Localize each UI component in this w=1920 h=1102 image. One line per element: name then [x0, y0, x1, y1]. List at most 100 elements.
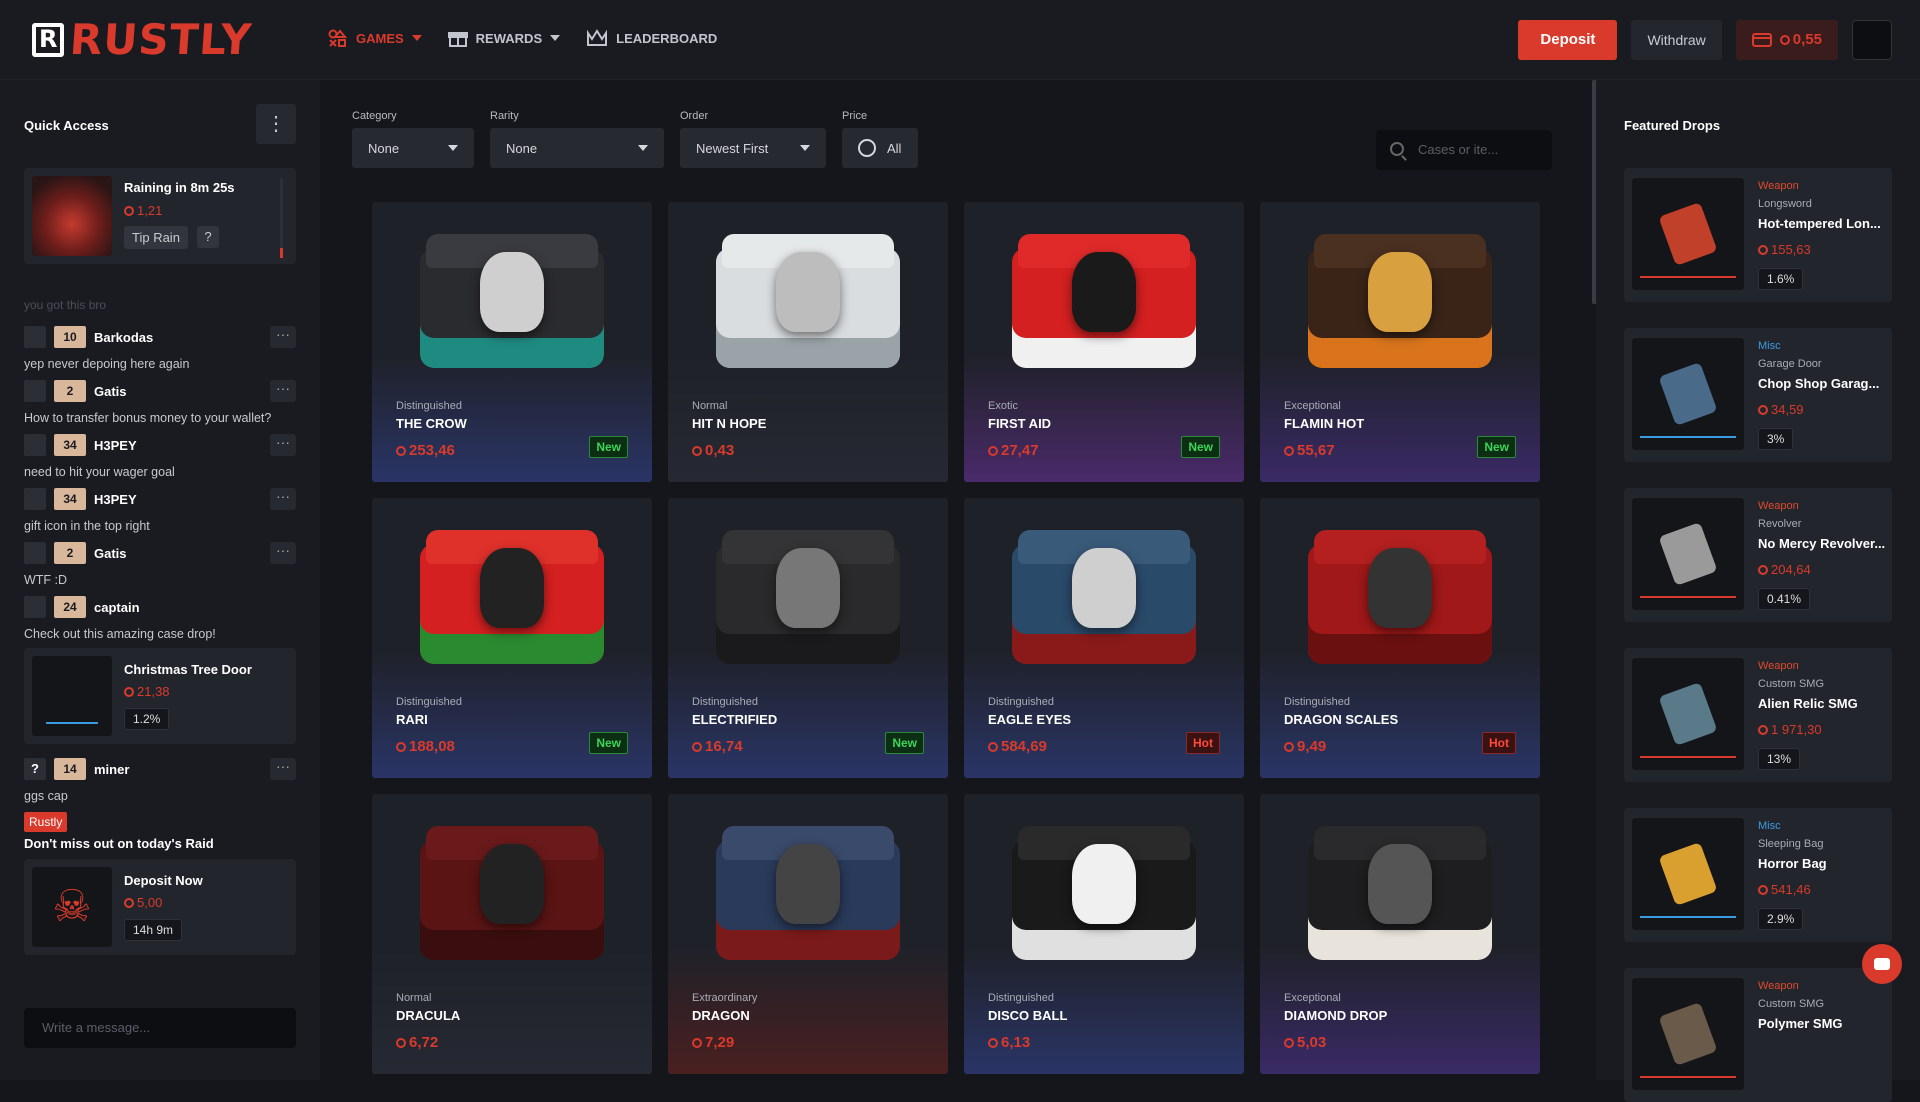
case-card[interactable]: Distinguished THE CROW 253,46 New — [372, 202, 652, 482]
withdraw-button[interactable]: Withdraw — [1631, 20, 1722, 60]
case-name: ELECTRIFIED — [692, 712, 778, 727]
case-card[interactable]: Normal HIT N HOPE 0,43 — [668, 202, 948, 482]
username[interactable]: captain — [94, 600, 296, 615]
case-card[interactable]: Exceptional FLAMIN HOT 55,67 New — [1260, 202, 1540, 482]
chevron-down-icon — [800, 145, 810, 151]
case-rarity: Exceptional — [1284, 400, 1341, 412]
shared-drop-card[interactable]: Christmas Tree Door 21,38 1.2% — [24, 648, 296, 744]
case-rarity: Exceptional — [1284, 992, 1341, 1004]
drop-name: Chop Shop Garag... — [1758, 376, 1880, 391]
more-horizontal-icon[interactable]: ··· — [270, 380, 296, 402]
username[interactable]: H3PEY — [94, 438, 262, 453]
price-select[interactable]: All — [842, 128, 918, 168]
user-avatar[interactable] — [1852, 20, 1892, 60]
drop-image — [1632, 498, 1744, 610]
chat-message-header: ? 14 miner ··· — [24, 756, 296, 782]
case-card[interactable]: Exceptional DIAMOND DROP 5,03 — [1260, 794, 1540, 1074]
cases-grid: Distinguished THE CROW 253,46 New Normal… — [372, 202, 1540, 1074]
rustly-logo[interactable]: RUSTLY — [32, 15, 254, 64]
chevron-down-icon — [448, 145, 458, 151]
drop-category: Weapon — [1758, 980, 1799, 992]
case-name: EAGLE EYES — [988, 712, 1072, 727]
case-card[interactable]: Distinguished ELECTRIFIED 16,74 New — [668, 498, 948, 778]
raid-card[interactable]: ☠ Deposit Now 5,00 14h 9m — [24, 859, 296, 955]
chat-message-faded: you got this bro — [24, 298, 107, 312]
username[interactable]: H3PEY — [94, 492, 262, 507]
quick-access-title: Quick Access — [24, 118, 109, 133]
case-card[interactable]: Distinguished DISCO BALL 6,13 — [964, 794, 1244, 1074]
nav-games[interactable]: GAMES — [328, 28, 422, 48]
nav-leaderboard[interactable]: LEADERBOARD — [586, 28, 717, 48]
featured-drop[interactable]: Weapon Custom SMG Polymer SMG — [1624, 968, 1892, 1102]
drop-type: Sleeping Bag — [1758, 838, 1824, 850]
user-avatar[interactable] — [24, 542, 46, 564]
case-card[interactable]: Extraordinary DRAGON 7,29 — [668, 794, 948, 1074]
user-avatar[interactable] — [24, 488, 46, 510]
featured-drop[interactable]: Weapon Revolver No Mercy Revolver... 204… — [1624, 488, 1892, 622]
rain-card: Raining in 8m 25s 1,21 Tip Rain ? — [24, 168, 296, 264]
more-horizontal-icon[interactable]: ··· — [270, 326, 296, 348]
user-avatar[interactable] — [24, 434, 46, 456]
featured-drop[interactable]: Weapon Longsword Hot-tempered Lon... 155… — [1624, 168, 1892, 302]
case-price: 584,69 — [988, 738, 1047, 755]
coin-icon — [124, 687, 134, 697]
case-card[interactable]: Normal DRACULA 6,72 — [372, 794, 652, 1074]
featured-drop[interactable]: Misc Sleeping Bag Horror Bag 541,46 2.9% — [1624, 808, 1892, 942]
chat-toggle-button[interactable] — [1862, 944, 1902, 984]
search-input[interactable]: Cases or ite... — [1376, 130, 1552, 170]
case-price: 27,47 — [988, 442, 1039, 459]
featured-drop[interactable]: Misc Garage Door Chop Shop Garag... 34,5… — [1624, 328, 1892, 462]
chat-message-text: need to hit your wager goal — [24, 465, 175, 479]
raid-card-amount: 5,00 — [124, 895, 162, 910]
filter-label: Order — [680, 110, 709, 122]
raid-card-title: Deposit Now — [124, 873, 203, 888]
case-name: FLAMIN HOT — [1284, 416, 1365, 431]
level-badge: 34 — [54, 488, 86, 510]
chat-message-header: 10 Barkodas ··· — [24, 324, 296, 350]
coin-icon — [1758, 725, 1768, 735]
username[interactable]: Gatis — [94, 546, 262, 561]
drop-name: Polymer SMG — [1758, 1016, 1843, 1031]
username[interactable]: Barkodas — [94, 330, 262, 345]
balance-display[interactable]: 0,55 — [1735, 20, 1838, 60]
case-name: DRAGON SCALES — [1284, 712, 1399, 727]
rarity-select[interactable]: None — [490, 128, 664, 168]
drop-type: Custom SMG — [1758, 678, 1825, 690]
more-vertical-icon[interactable]: ⋮ — [256, 104, 296, 144]
drop-title: Christmas Tree Door — [124, 662, 252, 677]
level-badge: 2 — [54, 380, 86, 402]
more-horizontal-icon[interactable]: ··· — [270, 542, 296, 564]
order-select[interactable]: Newest First — [680, 128, 826, 168]
featured-drop[interactable]: Weapon Custom SMG Alien Relic SMG 1 971,… — [1624, 648, 1892, 782]
case-image — [1308, 822, 1492, 972]
username[interactable]: Gatis — [94, 384, 262, 399]
category-select[interactable]: None — [352, 128, 474, 168]
more-horizontal-icon[interactable]: ··· — [270, 434, 296, 456]
username[interactable]: miner — [94, 762, 262, 777]
user-avatar[interactable] — [24, 596, 46, 618]
category-filter: Category None — [352, 110, 474, 168]
featured-drops-title: Featured Drops — [1624, 118, 1721, 133]
coin-icon — [124, 898, 134, 908]
more-horizontal-icon[interactable]: ··· — [270, 758, 296, 780]
case-card[interactable]: Distinguished RARI 188,08 New — [372, 498, 652, 778]
case-badge: Hot — [1186, 732, 1220, 754]
case-card[interactable]: Distinguished EAGLE EYES 584,69 Hot — [964, 498, 1244, 778]
case-price: 5,03 — [1284, 1034, 1326, 1051]
drop-category: Misc — [1758, 340, 1781, 352]
drop-image — [1632, 178, 1744, 290]
case-rarity: Normal — [692, 400, 728, 412]
user-avatar[interactable] — [24, 326, 46, 348]
drop-price: 155,63 — [1758, 242, 1811, 257]
tip-rain-button[interactable]: Tip Rain — [124, 226, 188, 249]
user-avatar[interactable] — [24, 380, 46, 402]
deposit-button[interactable]: Deposit — [1518, 20, 1618, 60]
drop-image — [1632, 978, 1744, 1090]
case-card[interactable]: Distinguished DRAGON SCALES 9,49 Hot — [1260, 498, 1540, 778]
chat-input[interactable]: Write a message... — [24, 1008, 296, 1048]
more-horizontal-icon[interactable]: ··· — [270, 488, 296, 510]
nav-rewards[interactable]: REWARDS — [447, 28, 561, 48]
case-card[interactable]: Exotic FIRST AID 27,47 New — [964, 202, 1244, 482]
help-button[interactable]: ? — [197, 226, 219, 248]
user-avatar[interactable]: ? — [24, 758, 46, 780]
